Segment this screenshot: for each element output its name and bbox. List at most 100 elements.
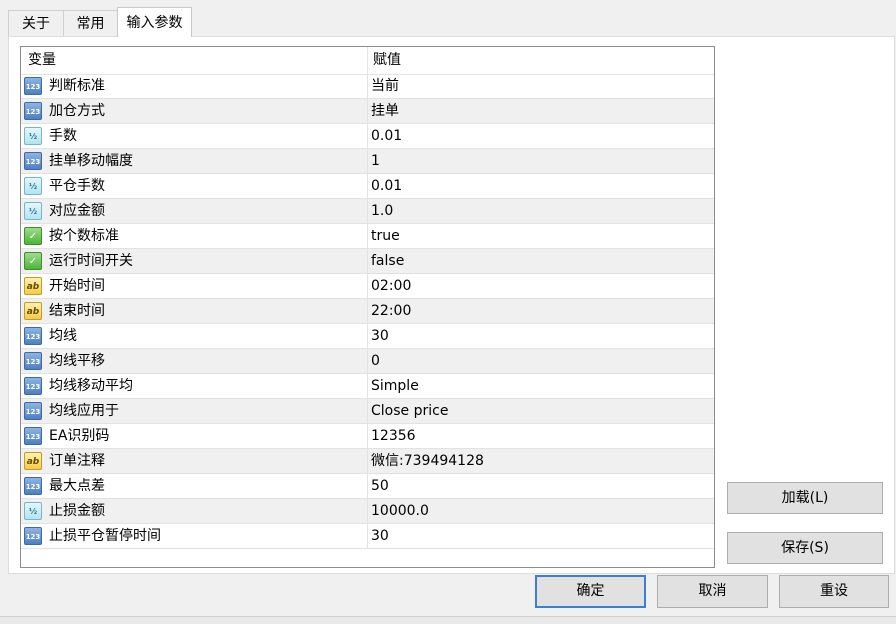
parameter-name: 结束时间: [49, 303, 105, 319]
table-row[interactable]: ½ 平仓手数 0.01: [21, 174, 714, 199]
cell-separator: [367, 449, 368, 474]
parameter-value[interactable]: 挂单: [371, 99, 399, 123]
cell-separator: [367, 349, 368, 374]
input-parameters-dialog: 关于 常用 输入参数 变量 赋值 123 判断标准 当前 123 加仓方式 挂单 ½ 手数 0.…: [0, 0, 896, 624]
cell-separator: [367, 74, 368, 99]
parameter-name: 判断标准: [49, 78, 105, 94]
table-row[interactable]: 123 EA识别码 12356: [21, 424, 714, 449]
tab-inputs[interactable]: 输入参数: [117, 7, 192, 37]
tab-common[interactable]: 常用: [63, 10, 118, 36]
int-type-icon: 123: [24, 377, 42, 395]
parameters-grid: 变量 赋值 123 判断标准 当前 123 加仓方式 挂单 ½ 手数 0.01 123 挂单移动幅度…: [20, 46, 715, 568]
parameter-name: 订单注释: [49, 453, 105, 469]
string-type-icon: ab: [24, 277, 42, 295]
parameter-value[interactable]: Simple: [371, 374, 419, 398]
table-row[interactable]: 123 均线 30: [21, 324, 714, 349]
table-row[interactable]: ½ 对应金额 1.0: [21, 199, 714, 224]
cell-separator: [367, 424, 368, 449]
parameter-name: 手数: [49, 128, 77, 144]
tab-bar: 关于 常用 输入参数: [0, 0, 896, 37]
table-row[interactable]: ✓ 运行时间开关 false: [21, 249, 714, 274]
table-row[interactable]: ✓ 按个数标准 true: [21, 224, 714, 249]
parameter-value[interactable]: 当前: [371, 74, 399, 98]
int-type-icon: 123: [24, 352, 42, 370]
parameter-name: 均线平移: [49, 353, 105, 369]
background-window-strip: [0, 616, 896, 624]
int-type-icon: 123: [24, 327, 42, 345]
int-type-icon: 123: [24, 77, 42, 95]
parameter-name: EA识别码: [49, 428, 110, 444]
table-row[interactable]: 123 均线应用于 Close price: [21, 399, 714, 424]
string-type-icon: ab: [24, 452, 42, 470]
table-row[interactable]: 123 止损平仓暂停时间 30: [21, 524, 714, 549]
table-row[interactable]: ab 订单注释 微信:739494128: [21, 449, 714, 474]
table-row[interactable]: 123 均线移动平均 Simple: [21, 374, 714, 399]
column-header-variable[interactable]: 变量: [28, 47, 56, 74]
tab-about[interactable]: 关于: [8, 10, 64, 36]
parameter-value[interactable]: 0.01: [371, 124, 402, 148]
table-row[interactable]: ab 结束时间 22:00: [21, 299, 714, 324]
cell-separator: [367, 174, 368, 199]
table-row[interactable]: 123 最大点差 50: [21, 474, 714, 499]
parameter-name: 均线移动平均: [49, 378, 133, 394]
cell-separator: [367, 299, 368, 324]
cell-separator: [367, 524, 368, 549]
parameter-value[interactable]: true: [371, 224, 400, 248]
parameter-value[interactable]: false: [371, 249, 404, 273]
bool-type-icon: ✓: [24, 252, 42, 270]
double-type-icon: ½: [24, 127, 42, 145]
column-separator[interactable]: [367, 47, 368, 74]
parameter-value[interactable]: 微信:739494128: [371, 449, 484, 473]
parameter-name: 平仓手数: [49, 178, 105, 194]
cell-separator: [367, 224, 368, 249]
int-type-icon: 123: [24, 427, 42, 445]
parameter-value[interactable]: 0: [371, 349, 380, 373]
ok-button[interactable]: 确定: [535, 575, 646, 608]
load-button[interactable]: 加载(L): [727, 482, 883, 514]
int-type-icon: 123: [24, 477, 42, 495]
string-type-icon: ab: [24, 302, 42, 320]
cell-separator: [367, 374, 368, 399]
parameter-value[interactable]: 02:00: [371, 274, 411, 298]
parameter-value[interactable]: 12356: [371, 424, 416, 448]
bool-type-icon: ✓: [24, 227, 42, 245]
grid-rows: 123 判断标准 当前 123 加仓方式 挂单 ½ 手数 0.01 123 挂单移动幅度 1 ½ 平仓手数…: [21, 74, 714, 549]
table-row[interactable]: ½ 手数 0.01: [21, 124, 714, 149]
parameter-name: 运行时间开关: [49, 253, 133, 269]
parameter-name: 止损金额: [49, 503, 105, 519]
parameter-name: 按个数标准: [49, 228, 119, 244]
cell-separator: [367, 499, 368, 524]
parameter-value[interactable]: 1: [371, 149, 380, 173]
table-row[interactable]: 123 判断标准 当前: [21, 74, 714, 99]
table-row[interactable]: 123 均线平移 0: [21, 349, 714, 374]
double-type-icon: ½: [24, 177, 42, 195]
parameter-name: 挂单移动幅度: [49, 153, 133, 169]
parameter-value[interactable]: 1.0: [371, 199, 393, 223]
cell-separator: [367, 249, 368, 274]
table-row[interactable]: ab 开始时间 02:00: [21, 274, 714, 299]
int-type-icon: 123: [24, 152, 42, 170]
save-button[interactable]: 保存(S): [727, 532, 883, 564]
parameter-name: 最大点差: [49, 478, 105, 494]
parameter-name: 加仓方式: [49, 103, 105, 119]
int-type-icon: 123: [24, 102, 42, 120]
int-type-icon: 123: [24, 402, 42, 420]
parameter-value[interactable]: 30: [371, 324, 389, 348]
table-row[interactable]: ½ 止损金额 10000.0: [21, 499, 714, 524]
parameter-value[interactable]: 22:00: [371, 299, 411, 323]
parameter-value[interactable]: 0.01: [371, 174, 402, 198]
parameter-value[interactable]: 10000.0: [371, 499, 429, 523]
cell-separator: [367, 474, 368, 499]
double-type-icon: ½: [24, 502, 42, 520]
parameter-value[interactable]: 50: [371, 474, 389, 498]
parameter-name: 对应金额: [49, 203, 105, 219]
table-row[interactable]: 123 挂单移动幅度 1: [21, 149, 714, 174]
reset-button[interactable]: 重设: [779, 575, 889, 608]
table-row[interactable]: 123 加仓方式 挂单: [21, 99, 714, 124]
parameter-value[interactable]: 30: [371, 524, 389, 548]
column-header-value[interactable]: 赋值: [373, 47, 401, 74]
cell-separator: [367, 324, 368, 349]
parameter-value[interactable]: Close price: [371, 399, 448, 423]
cell-separator: [367, 199, 368, 224]
cancel-button[interactable]: 取消: [657, 575, 768, 608]
